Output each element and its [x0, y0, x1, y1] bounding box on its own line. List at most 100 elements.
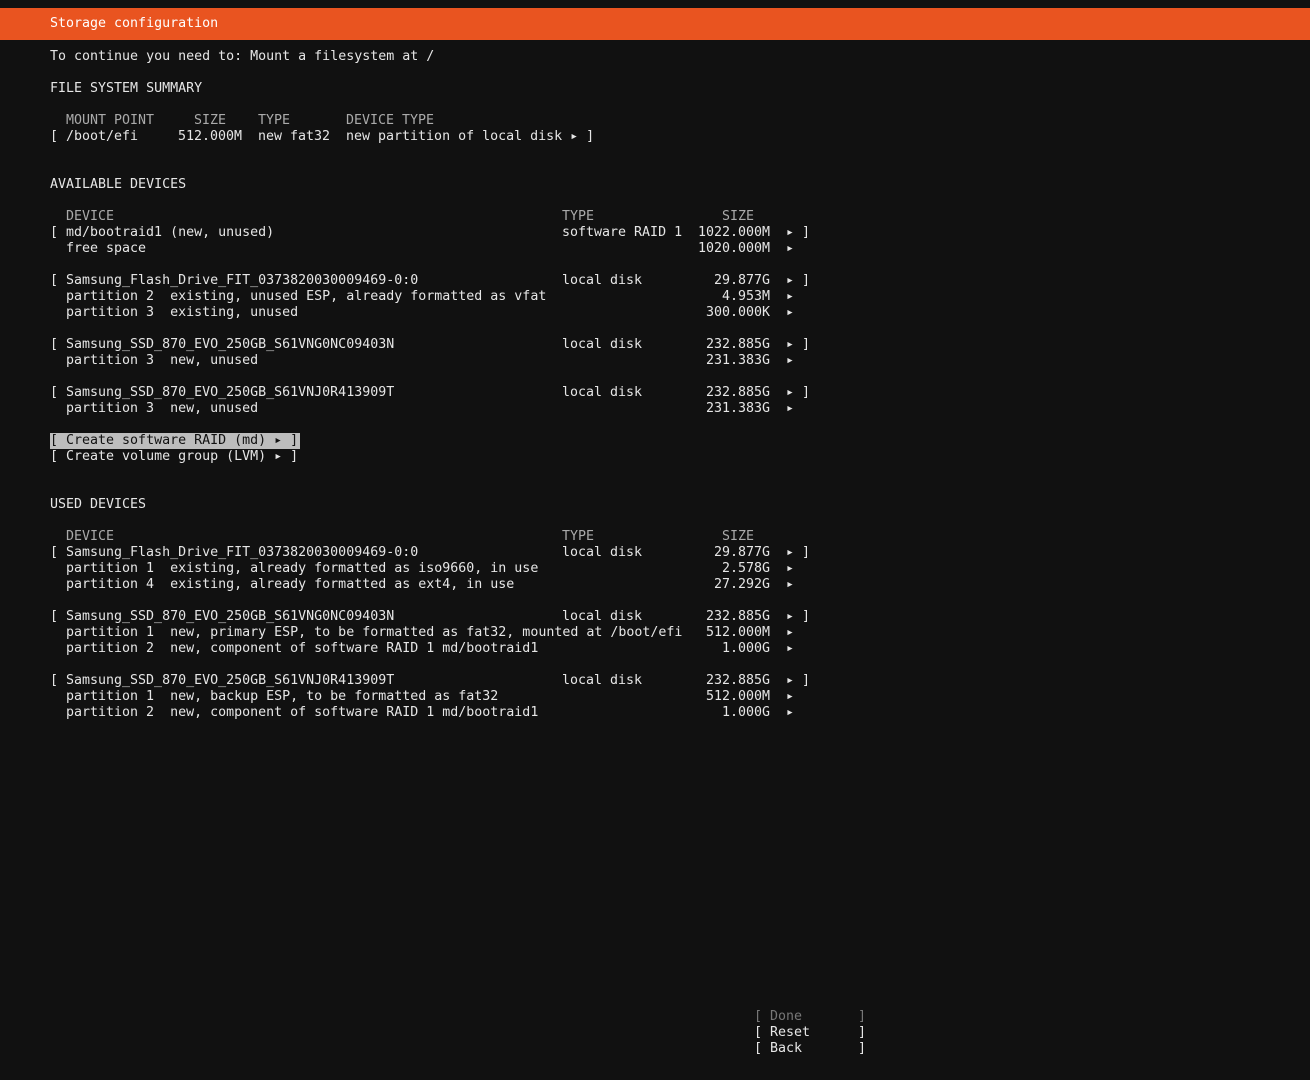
- device-name: Samsung_Flash_Drive_FIT_0373820030009469…: [66, 545, 419, 560]
- device-size: 1022.000M: [697, 225, 770, 240]
- done-button-label: Done: [770, 1009, 803, 1024]
- button-open-bracket: [: [754, 1041, 763, 1056]
- fs-col-mount-point: MOUNT POINT: [66, 113, 155, 128]
- arrow-right-icon[interactable]: ▸: [786, 641, 794, 657]
- arrow-right-icon[interactable]: ▸: [786, 385, 794, 401]
- device-size: 232.885G: [705, 609, 770, 624]
- create-volume-group-button[interactable]: [ Create volume group (LVM) ▸ ]: [50, 449, 298, 465]
- row-open-bracket: [: [50, 673, 59, 688]
- partition-size: 1.000G: [721, 705, 770, 720]
- fs-col-type: TYPE: [258, 113, 291, 128]
- used-col-device: DEVICE: [66, 529, 115, 544]
- arrow-right-icon[interactable]: ▸: [786, 289, 794, 305]
- partition-size: 27.292G: [713, 577, 770, 592]
- partition-description: free space: [66, 241, 147, 256]
- used-col-size: SIZE: [722, 529, 755, 544]
- available-col-size: SIZE: [722, 209, 755, 224]
- partition-description: partition 3 existing, unused: [66, 305, 299, 320]
- partition-description: partition 1 existing, already formatted …: [66, 561, 539, 576]
- arrow-right-icon[interactable]: ▸: [786, 241, 794, 257]
- device-name: Samsung_Flash_Drive_FIT_0373820030009469…: [66, 273, 419, 288]
- available-col-device: DEVICE: [66, 209, 115, 224]
- arrow-right-icon[interactable]: ▸: [786, 561, 794, 577]
- row-open-bracket: [: [50, 273, 59, 288]
- partition-description: partition 1 new, primary ESP, to be form…: [66, 625, 683, 640]
- back-button-label: Back: [770, 1041, 803, 1056]
- available-col-type: TYPE: [562, 209, 595, 224]
- fs-col-device-type: DEVICE TYPE: [346, 113, 435, 128]
- fs-col-size: SIZE: [194, 113, 227, 128]
- button-close-bracket: ]: [858, 1009, 867, 1024]
- bottom-border: [0, 1072, 1310, 1080]
- device-type: software RAID 1: [562, 225, 683, 240]
- partition-size: 300.000K: [705, 305, 770, 320]
- arrow-right-icon[interactable]: ▸: [786, 689, 794, 705]
- partition-size: 4.953M: [721, 289, 770, 304]
- device-type: local disk: [562, 609, 643, 624]
- arrow-right-icon[interactable]: ▸: [786, 577, 794, 593]
- device-type: local disk: [562, 273, 643, 288]
- device-size: 232.885G: [705, 673, 770, 688]
- partition-size: 2.578G: [721, 561, 770, 576]
- arrow-right-icon[interactable]: ▸: [786, 625, 794, 641]
- row-open-bracket: [: [50, 609, 59, 624]
- status-message: To continue you need to: Mount a filesys…: [50, 49, 435, 64]
- arrow-right-icon[interactable]: ▸: [786, 353, 794, 369]
- row-close-bracket: ]: [802, 337, 811, 352]
- row-open-bracket: [: [50, 337, 59, 352]
- row-close-bracket: ]: [802, 673, 811, 688]
- arrow-right-icon[interactable]: ▸: [786, 545, 794, 561]
- partition-size: 512.000M: [705, 625, 770, 640]
- device-type: local disk: [562, 385, 643, 400]
- row-open-bracket: [: [50, 385, 59, 400]
- device-type: local disk: [562, 337, 643, 352]
- device-size: 29.877G: [713, 545, 770, 560]
- used-col-type: TYPE: [562, 529, 595, 544]
- device-name: Samsung_SSD_870_EVO_250GB_S61VNG0NC09403…: [66, 609, 395, 624]
- row-close-bracket: ]: [802, 385, 811, 400]
- fs-type: new fat32: [258, 129, 331, 144]
- device-name: Samsung_SSD_870_EVO_250GB_S61VNG0NC09403…: [66, 337, 395, 352]
- device-name: md/bootraid1 (new, unused): [66, 225, 275, 240]
- partition-size: 231.383G: [705, 401, 770, 416]
- button-close-bracket: ]: [858, 1025, 867, 1040]
- create-software-raid-button[interactable]: [ Create software RAID (md) ▸ ]: [50, 433, 301, 449]
- arrow-right-icon[interactable]: ▸: [786, 401, 794, 417]
- fs-mount-point: /boot/efi: [66, 129, 139, 144]
- partition-size: 1020.000M: [697, 241, 770, 256]
- arrow-right-icon[interactable]: ▸: [786, 273, 794, 289]
- partition-size: 1.000G: [721, 641, 770, 656]
- arrow-right-icon[interactable]: ▸: [786, 705, 794, 721]
- row-close-bracket: ]: [802, 273, 811, 288]
- partition-description: partition 1 new, backup ESP, to be forma…: [66, 689, 499, 704]
- button-open-bracket: [: [754, 1009, 763, 1024]
- device-size: 232.885G: [705, 385, 770, 400]
- fs-device-type: new partition of local disk ▸ ]: [346, 129, 595, 144]
- available-devices-heading: AVAILABLE DEVICES: [50, 177, 187, 192]
- button-open-bracket: [: [754, 1025, 763, 1040]
- device-size: 232.885G: [705, 337, 770, 352]
- fs-summary-heading: FILE SYSTEM SUMMARY: [50, 81, 203, 96]
- row-open-bracket: [: [50, 225, 59, 240]
- device-name: Samsung_SSD_870_EVO_250GB_S61VNJ0R413909…: [66, 385, 395, 400]
- row-close-bracket: ]: [802, 225, 811, 240]
- partition-description: partition 2 new, component of software R…: [66, 641, 539, 656]
- partition-description: partition 4 existing, already formatted …: [66, 577, 515, 592]
- arrow-right-icon[interactable]: ▸: [786, 673, 794, 689]
- partition-size: 231.383G: [705, 353, 770, 368]
- device-size: 29.877G: [713, 273, 770, 288]
- arrow-right-icon[interactable]: ▸: [786, 225, 794, 241]
- arrow-right-icon[interactable]: ▸: [786, 337, 794, 353]
- page-title: Storage configuration: [50, 16, 219, 31]
- arrow-right-icon[interactable]: ▸: [786, 609, 794, 625]
- fs-size: 512.000M: [178, 129, 243, 144]
- row-open-bracket: [: [50, 129, 59, 144]
- arrow-right-icon[interactable]: ▸: [786, 305, 794, 321]
- top-border: [0, 0, 1310, 8]
- row-close-bracket: ]: [802, 609, 811, 624]
- partition-description: partition 3 new, unused: [66, 401, 259, 416]
- partition-description: partition 2 existing, unused ESP, alread…: [66, 289, 547, 304]
- button-close-bracket: ]: [858, 1041, 867, 1056]
- row-close-bracket: ]: [802, 545, 811, 560]
- partition-description: partition 3 new, unused: [66, 353, 259, 368]
